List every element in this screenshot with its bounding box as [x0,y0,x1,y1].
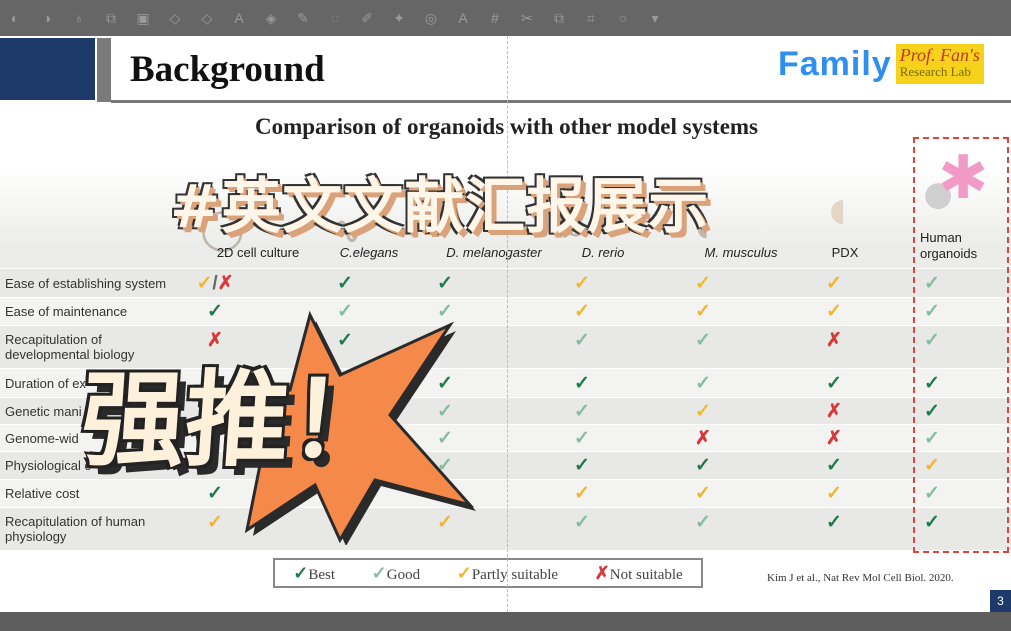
text-size-icon[interactable]: A [454,10,472,26]
rating-partly: ✓ [574,483,590,504]
legend-label: Best [308,566,336,583]
shape2-icon[interactable]: ◇ [198,10,216,27]
header-navy-block [0,38,95,100]
column-header: PDX [831,245,859,260]
rating-best: ✓ [207,301,223,322]
lab-logo: Family Prof. Fan's Research Lab [778,44,984,84]
group-icon[interactable]: ⧉ [550,10,568,27]
table-title: Comparison of organoids with other model… [254,114,759,139]
circle-icon[interactable]: ◎ [422,10,440,27]
grid-icon[interactable]: # [486,10,504,26]
row-label: Ease of establishing system [5,276,167,291]
check-icon: ✓ [371,562,387,583]
sound-icon[interactable]: ◐ [6,10,24,26]
toolbar: ◐ ◑ ♁ ⧉ ▣ ◇ ◇ A ◈ ✎ ◌ ✐ ✦ ◎ A # ✂ ⧉ ⌗ ○ ▾ [0,0,1011,36]
header-gray-bar [97,38,111,102]
logo-research-lab: Research Lab [899,64,971,79]
rating-good: ✓ [574,428,590,449]
legend-label: Good [386,566,421,583]
legend-label: Partly suitable [471,566,559,583]
rating-partly: ✓ [826,273,842,294]
overlay-title: #英文文献汇报展示 [170,172,710,242]
row-label: Relative cost [5,486,80,501]
pen-icon[interactable]: ✎ [294,10,312,27]
pdx-mouse-icon: ◖ [820,177,854,240]
rating-partly-not: ✓/✗ [196,273,234,294]
row-label: Recapitulation of human physiology [5,514,146,544]
more-icon[interactable]: ▾ [646,10,664,27]
sound-icon[interactable]: ◑ [38,10,56,26]
rating-good: ✓ [574,401,590,422]
rating-not: ✗ [826,428,842,449]
select-icon[interactable]: ✂ [518,10,536,27]
rating-partly: ✓ [826,483,842,504]
legend-label: Not suitable [609,566,683,583]
rating-partly: ✓ [207,512,223,533]
slide-title: Background [130,49,325,90]
row-label: Ease of maintenance [5,304,128,319]
column-header: D. melanogaster [446,245,542,260]
rating-best: ✓ [826,512,842,533]
rating-best: ✓ [826,373,842,394]
rating-partly: ✓ [695,273,711,294]
center-guide [507,36,508,612]
legend: ✓Best ✓Good ✓Partly suitable ✗Not suitable [273,558,703,588]
page-number: 3 [990,590,1011,612]
text-icon[interactable]: A [230,10,248,26]
rating-partly: ✓ [574,301,590,322]
rating-best: ✓ [574,373,590,394]
logo-lab: Prof. Fan's Research Lab [895,44,984,84]
check-icon: ✓ [293,562,309,583]
rating-good: ✓ [574,330,590,351]
effect-icon[interactable]: ◌ [326,10,344,26]
rating-partly: ✓ [695,483,711,504]
column-header: D. rerio [581,245,625,260]
pin-icon[interactable]: ✦ [390,10,408,27]
rating-not: ✗ [695,428,711,449]
logo-family: Family [778,44,892,83]
image-icon[interactable]: ▣ [134,10,152,27]
rating-partly: ✓ [695,401,711,422]
crop-icon[interactable]: ⌗ [582,10,600,27]
column-header: 2D cell culture [216,245,300,260]
brush-icon[interactable]: ✐ [358,10,376,27]
column-header: C.elegans [339,245,399,260]
rating-partly: ✓ [695,301,711,322]
rating-best: ✓ [695,455,711,476]
slide: Background Family Prof. Fan's Research L… [0,36,1011,612]
rating-good: ✓ [695,373,711,394]
shape-icon[interactable]: ◇ [166,10,184,27]
citation: Kim J et al., Nat Rev Mol Cell Biol. 202… [767,572,954,584]
column-header: M. musculus [704,245,778,260]
table-row: Ease of establishing system ✓/✗ ✓ ✓ ✓ ✓ ✓ ✓ [0,268,1011,297]
copy-icon[interactable]: ⧉ [102,10,120,27]
rating-not: ✗ [826,401,842,422]
rating-good: ✓ [695,512,711,533]
rating-best: ✓ [337,273,353,294]
rating-partly: ✓ [826,301,842,322]
human-organoids-highlight [913,137,1009,553]
table-row: Ease of maintenance ✓ ✓ ✓ ✓ ✓ ✓ ✓ [0,297,1011,325]
rating-best: ✓ [826,455,842,476]
bulb-icon[interactable]: ♁ [70,10,88,26]
rating-best: ✓ [574,455,590,476]
header-divider [111,100,1011,103]
cross-icon: ✗ [594,562,610,583]
rating-partly: ✓ [574,273,590,294]
record-icon[interactable]: ○ [614,10,632,26]
rating-not: ✗ [826,330,842,351]
rating-good: ✓ [574,512,590,533]
fill-icon[interactable]: ◈ [262,10,280,27]
rating-best: ✓ [437,273,453,294]
table-row: Recapitulation of human physiology ✓ ✓ ✓ ✓ ✓ ✓ [0,507,1011,550]
legend-item-best: ✓Best [293,563,335,584]
logo-prof: Prof. Fan's [899,45,980,65]
bottom-bar [0,612,1011,631]
legend-item-not: ✗Not suitable [595,563,683,584]
check-icon: ✓ [456,562,472,583]
overlay-badge: 强推！ [77,359,398,481]
legend-item-good: ✓Good [372,563,420,584]
rating-good: ✓ [695,330,711,351]
